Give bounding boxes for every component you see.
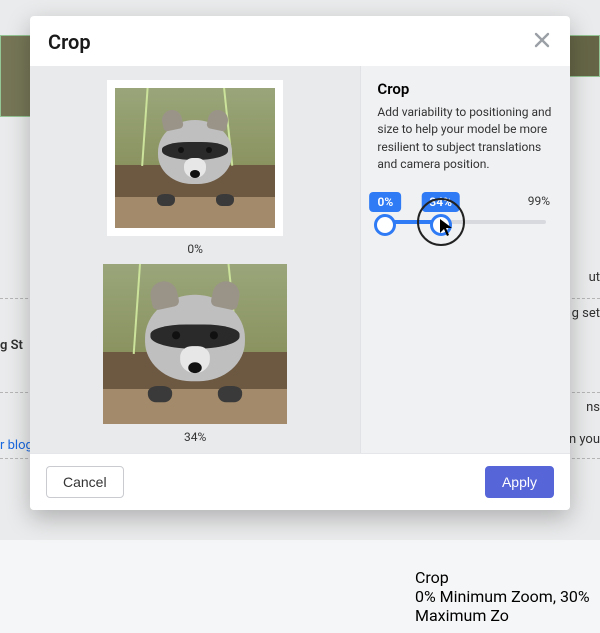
close-icon [532, 30, 552, 50]
bg-crop-card: Crop 0% Minimum Zoom, 30% Maximum Zo [405, 560, 600, 633]
preview-min: 0% [107, 80, 283, 256]
section-title: Crop [377, 80, 554, 98]
cursor-arrow-icon [439, 218, 455, 238]
slider-thumb-min[interactable] [374, 214, 396, 236]
modal-body: 0% 34% Crop Add variability to positioni… [30, 66, 570, 453]
bg-card-subtitle: 0% Minimum Zoom, 30% Maximum Zo [415, 587, 590, 625]
bg-card-title: Crop [415, 568, 590, 587]
cancel-button[interactable]: Cancel [46, 466, 124, 498]
slider-max-label: 99% [528, 194, 550, 208]
preview-panel: 0% 34% [30, 66, 360, 453]
crop-modal: Crop 0% [30, 16, 570, 510]
crop-slider[interactable]: 0% 34% 99% [377, 192, 554, 236]
modal-footer: Cancel Apply [30, 453, 570, 510]
close-button[interactable] [532, 30, 552, 54]
preview-value: 34% [103, 264, 287, 444]
preview-image [115, 88, 275, 228]
preview-frame [107, 80, 283, 236]
controls-panel: Crop Add variability to positioning and … [360, 66, 570, 453]
preview-caption: 0% [187, 242, 203, 256]
section-description: Add variability to positioning and size … [377, 104, 554, 174]
modal-title: Crop [48, 30, 91, 54]
preview-image [103, 264, 287, 424]
preview-caption: 34% [184, 430, 206, 444]
modal-header: Crop [30, 16, 570, 56]
slider-min-bubble: 0% [370, 192, 402, 212]
apply-button[interactable]: Apply [485, 466, 554, 498]
